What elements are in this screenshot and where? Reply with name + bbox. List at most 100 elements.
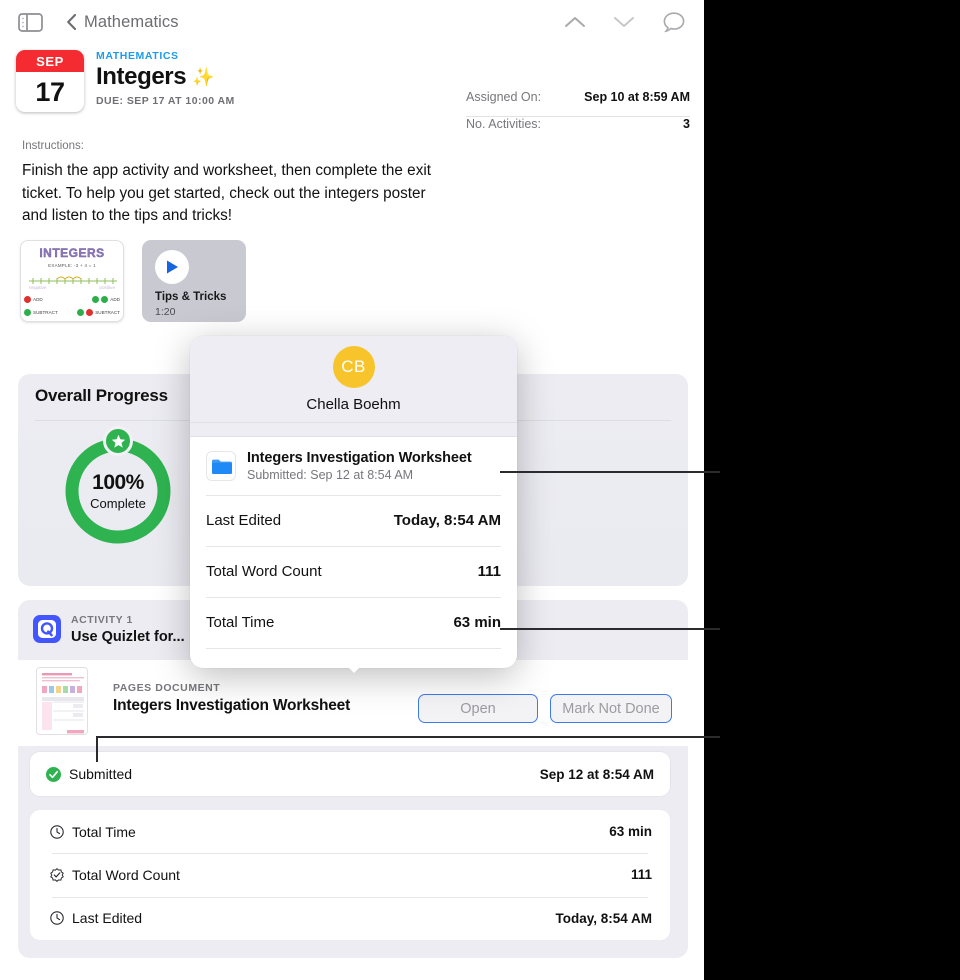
plus-dot-icon	[77, 309, 85, 316]
plus-dot-icon	[101, 296, 109, 303]
folder-icon	[206, 451, 236, 481]
popover-row: Total Time 63 min	[190, 597, 517, 648]
detail-value: 63 min	[609, 824, 652, 840]
popover-header: CB Chella Boehm	[190, 336, 517, 423]
popover-row: Last Edited Today, 8:54 AM	[190, 495, 517, 546]
screenshot-root: Mathematics SEP 17 MATHEMATICS Integers …	[0, 0, 960, 980]
details-card: Total Time 63 min Total Word Count 111 L…	[30, 810, 670, 940]
poster-half-labels: negative positive	[29, 285, 115, 290]
back-button[interactable]: Mathematics	[66, 0, 179, 44]
chevron-down-icon[interactable]	[613, 15, 635, 29]
detail-row: Total Time 63 min	[30, 810, 670, 853]
meta-key: Assigned On:	[466, 90, 542, 104]
poster-op: SUBTRACT	[33, 310, 58, 315]
popover-file-texts: Integers Investigation Worksheet Submitt…	[247, 450, 472, 482]
meta-value: 3	[683, 117, 690, 131]
popover-tail	[341, 660, 367, 673]
badge-check-icon	[50, 867, 64, 882]
quizlet-icon	[33, 615, 61, 643]
popover-row-value: 63 min	[453, 614, 501, 631]
page-title: Integers	[96, 63, 187, 90]
progress-percent: 100%	[92, 471, 144, 494]
instructions-text: Finish the app activity and worksheet, t…	[22, 162, 431, 224]
plus-dot-icon	[92, 296, 100, 303]
due-date-day: 17	[35, 76, 65, 107]
star-icon	[103, 426, 133, 456]
tips-and-tricks-card[interactable]: Tips & Tricks 1:20	[142, 240, 246, 322]
detail-value: 111	[630, 867, 652, 883]
detail-key: Total Word Count	[72, 866, 180, 883]
meta-value: Sep 10 at 8:59 AM	[584, 90, 690, 104]
callout-line-submitted-horizontal	[96, 736, 720, 738]
document-title: Integers Investigation Worksheet	[113, 697, 351, 714]
submitted-left: Submitted	[46, 766, 132, 782]
detail-key: Total Time	[72, 823, 136, 840]
attachments-row: INTEGERS EXAMPLE: -3 + 4 = 1 negative po…	[20, 240, 246, 322]
minus-dot-icon	[24, 296, 31, 303]
detail-left: Last Edited	[50, 910, 142, 926]
submitted-date: Sep 12 at 8:54 AM	[539, 766, 654, 782]
avatar: CB	[332, 346, 375, 388]
plus-dot-icon	[24, 309, 31, 316]
detail-row: Last Edited Today, 8:54 AM	[30, 896, 670, 940]
callout-line-submitted-vertical	[96, 736, 98, 762]
meta-key: No. Activities:	[466, 117, 542, 131]
poster-op: SUBTRACT	[95, 310, 120, 315]
integers-poster-thumbnail[interactable]: INTEGERS EXAMPLE: -3 + 4 = 1 negative po…	[20, 240, 124, 322]
tips-duration: 1:20	[155, 306, 176, 318]
activity-title: Use Quizlet for...	[71, 629, 185, 645]
callout-line-total-time	[500, 628, 720, 630]
detail-row: Total Word Count 111	[30, 853, 670, 896]
minus-dot-icon	[86, 309, 94, 316]
popover-file-subtitle: Submitted: Sep 12 at 8:54 AM	[247, 468, 414, 482]
poster-number-line	[27, 275, 117, 285]
popover-row: Total Word Count 111	[190, 546, 517, 597]
check-circle-filled-icon	[46, 766, 61, 782]
detail-left: Total Time	[50, 824, 136, 840]
sidebar-toggle-icon[interactable]	[18, 0, 43, 44]
poster-rule-row: SUBTRACT SUBTRACT	[24, 306, 120, 319]
popover-row-key: Total Word Count	[206, 563, 322, 580]
chevron-up-icon[interactable]	[564, 15, 586, 29]
speech-bubble-icon[interactable]	[662, 11, 686, 34]
poster-negative-label: negative	[29, 285, 47, 290]
due-date-badge: SEP 17	[16, 50, 84, 112]
submitted-label: Submitted	[69, 766, 133, 782]
student-name: Chella Boehm	[306, 396, 401, 413]
popover-row-value: 111	[477, 563, 501, 580]
submitted-status-card: Submitted Sep 12 at 8:54 AM	[30, 752, 670, 796]
progress-complete-label: Complete	[90, 496, 146, 511]
due-date-label: DUE: SEP 17 AT 10:00 AM	[96, 95, 235, 107]
subject-label: MATHEMATICS	[96, 50, 179, 62]
poster-positive-label: positive	[99, 285, 115, 290]
navbar-right-actions	[564, 0, 686, 44]
open-button[interactable]: Open	[418, 694, 538, 723]
meta-row: Assigned On: Sep 10 at 8:59 AM	[466, 90, 690, 116]
assignment-title-block: MATHEMATICS Integers ✨ DUE: SEP 17 AT 10…	[96, 50, 235, 107]
poster-example: EXAMPLE: -3 + 4 = 1	[48, 263, 96, 268]
back-button-label: Mathematics	[84, 12, 179, 31]
detail-key: Last Edited	[72, 910, 143, 927]
popover-row-key: Total Time	[206, 614, 275, 631]
poster-op: ADD	[33, 297, 43, 302]
navigation-bar: Mathematics	[0, 0, 704, 44]
tips-title: Tips & Tricks	[155, 291, 227, 303]
poster-rule-row: ADD ADD	[24, 293, 120, 306]
poster-title: INTEGERS	[39, 246, 105, 260]
instructions-label: Instructions:	[22, 140, 84, 152]
play-icon[interactable]	[155, 250, 189, 284]
sparkles-icon: ✨	[192, 66, 215, 87]
detail-left: Total Word Count	[50, 867, 180, 883]
poster-rule-rows: ADD ADD SUBTRACT SUBTRACT	[24, 293, 120, 319]
mark-not-done-button[interactable]: Mark Not Done	[550, 694, 672, 723]
assignment-meta: Assigned On: Sep 10 at 8:59 AM No. Activ…	[466, 90, 690, 142]
student-detail-popover: CB Chella Boehm Integers Investigation W…	[190, 336, 517, 668]
popover-spacer	[190, 423, 517, 437]
assignment-header: SEP 17 MATHEMATICS Integers ✨ DUE: SEP 1…	[0, 44, 704, 131]
poster-op: ADD	[110, 297, 120, 302]
detail-value: Today, 8:54 AM	[555, 910, 652, 926]
pages-document-thumbnail[interactable]	[36, 667, 88, 735]
document-kicker: PAGES DOCUMENT	[113, 682, 221, 694]
popover-file-row[interactable]: Integers Investigation Worksheet Submitt…	[190, 437, 517, 495]
popover-row-value: Today, 8:54 AM	[393, 512, 501, 529]
